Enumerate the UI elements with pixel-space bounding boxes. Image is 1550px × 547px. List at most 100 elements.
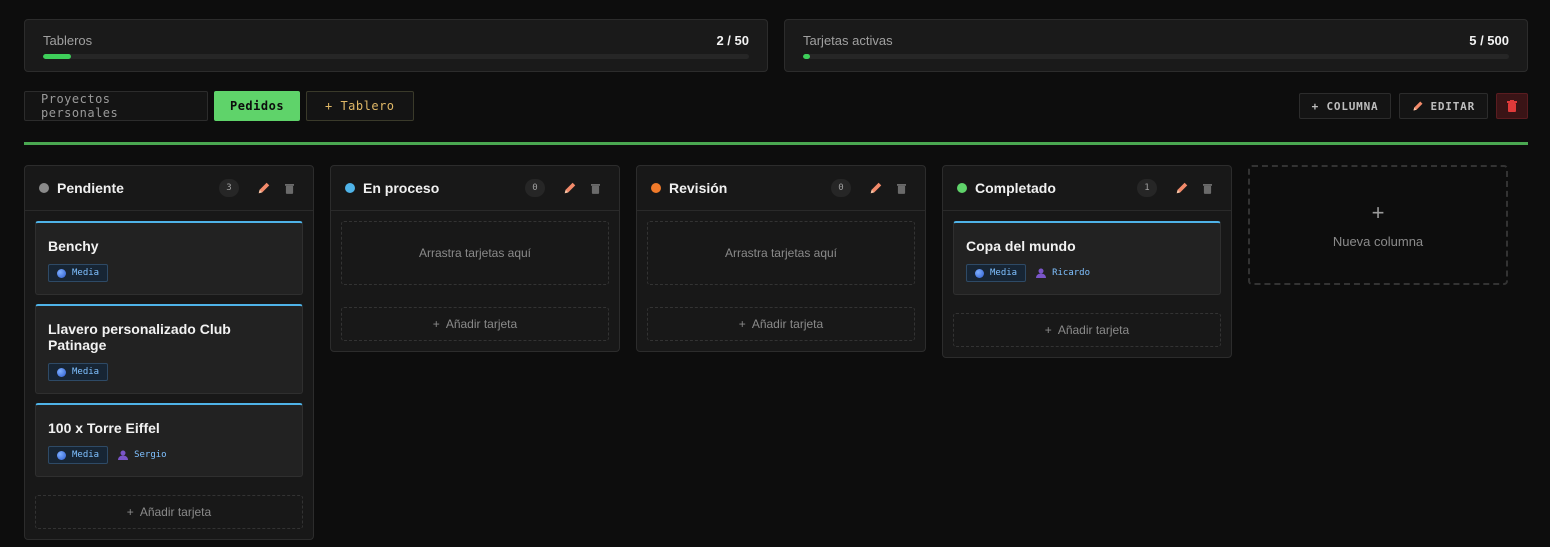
card[interactable]: Benchy Media [35, 221, 303, 295]
plus-icon: + [126, 505, 134, 519]
add-board-button[interactable]: + Tablero [306, 91, 414, 121]
column-body: Copa del mundo Media Ricardo + Añadir ta… [943, 211, 1231, 357]
priority-icon [57, 450, 66, 460]
card[interactable]: Copa del mundo Media Ricardo [953, 221, 1221, 295]
card-count: 0 [831, 179, 851, 197]
tab-proyectos-personales[interactable]: Proyectos personales [24, 91, 208, 121]
edit-column-button[interactable] [254, 178, 274, 198]
stat-value: 5 / 500 [1469, 33, 1509, 48]
priority-badge: Media [966, 264, 1027, 282]
edit-label: EDITAR [1430, 99, 1475, 113]
add-card-button[interactable]: + Añadir tarjeta [35, 495, 303, 529]
column-body: Benchy Media Llavero personalizado Club … [25, 211, 313, 539]
card-count: 3 [219, 179, 239, 197]
board-tabs: Proyectos personales Pedidos + Tablero [24, 91, 414, 121]
edit-button[interactable]: EDITAR [1399, 93, 1488, 119]
edit-column-button[interactable] [1172, 178, 1192, 198]
delete-column-button[interactable] [1197, 178, 1217, 198]
status-dot [957, 183, 967, 193]
card[interactable]: Llavero personalizado Club Patinage Medi… [35, 304, 303, 394]
pencil-icon [258, 182, 270, 194]
column-title: Revisión [669, 180, 728, 196]
status-dot [345, 183, 355, 193]
add-card-button[interactable]: + Añadir tarjeta [647, 307, 915, 341]
board-actions: + COLUMNA EDITAR [1298, 93, 1528, 119]
edit-column-button[interactable] [866, 178, 886, 198]
progress-fill [803, 54, 811, 59]
new-column-label: Nueva columna [1332, 233, 1424, 249]
accent-divider [24, 142, 1528, 145]
priority-label: Media [72, 450, 100, 460]
pencil-icon [564, 182, 576, 194]
priority-label: Media [990, 268, 1018, 278]
plus-icon: + [432, 317, 440, 331]
stat-active-cards: Tarjetas activas 5 / 500 [784, 19, 1528, 72]
column-title: Pendiente [57, 180, 124, 196]
card-title: Llavero personalizado Club Patinage [48, 321, 231, 353]
delete-board-button[interactable] [1496, 93, 1528, 119]
priority-label: Media [72, 268, 100, 278]
user-icon [1036, 268, 1047, 278]
column-completado: Completado 1 Copa del mundo Media Ricard… [942, 165, 1232, 358]
progress-bar [803, 54, 1509, 59]
trash-icon [284, 183, 294, 194]
user-icon [118, 450, 129, 460]
add-card-label: Añadir tarjeta [445, 317, 518, 331]
card-title: Benchy [48, 238, 99, 254]
progress-bar [43, 54, 749, 59]
trash-icon [1507, 100, 1517, 112]
column-title: Completado [975, 180, 1056, 196]
assignee: Sergio [118, 450, 167, 460]
new-column-button[interactable]: + Nueva columna [1248, 165, 1508, 285]
add-card-label: Añadir tarjeta [1057, 323, 1130, 337]
priority-label: Media [72, 367, 100, 377]
trash-icon [590, 183, 600, 194]
plus-icon: + [1371, 199, 1385, 225]
add-card-label: Añadir tarjeta [139, 505, 212, 519]
plus-icon: + [738, 317, 746, 331]
priority-icon [57, 268, 66, 278]
priority-badge: Media [48, 446, 109, 464]
stat-label: Tarjetas activas [803, 33, 893, 48]
column-header: En proceso 0 [331, 166, 619, 211]
column-header: Completado 1 [943, 166, 1231, 211]
delete-column-button[interactable] [891, 178, 911, 198]
delete-column-button[interactable] [279, 178, 299, 198]
pencil-icon [1413, 101, 1423, 111]
add-column-button[interactable]: + COLUMNA [1298, 93, 1392, 119]
stat-boards: Tableros 2 / 50 [24, 19, 768, 72]
card-count: 0 [525, 179, 545, 197]
column-body: Arrastra tarjetas aquí + Añadir tarjeta [331, 211, 619, 351]
priority-badge: Media [48, 363, 109, 381]
column-pendiente: Pendiente 3 Benchy Media Llavero persona… [24, 165, 314, 540]
trash-icon [896, 183, 906, 194]
drop-zone[interactable]: Arrastra tarjetas aquí [647, 221, 915, 285]
pencil-icon [1176, 182, 1188, 194]
assignee: Ricardo [1036, 268, 1090, 278]
priority-icon [975, 268, 984, 278]
card[interactable]: 100 x Torre Eiffel Media Sergio [35, 403, 303, 477]
pencil-icon [870, 182, 882, 194]
add-card-label: Añadir tarjeta [751, 317, 824, 331]
column-title: En proceso [363, 180, 440, 196]
priority-icon [57, 367, 66, 377]
card-count: 1 [1137, 179, 1157, 197]
edit-column-button[interactable] [560, 178, 580, 198]
assignee-name: Sergio [134, 450, 167, 460]
column-revision: Revisión 0 Arrastra tarjetas aquí + Añad… [636, 165, 926, 352]
column-header: Revisión 0 [637, 166, 925, 211]
tab-pedidos[interactable]: Pedidos [214, 91, 300, 121]
column-header: Pendiente 3 [25, 166, 313, 211]
stat-value: 2 / 50 [716, 33, 749, 48]
trash-icon [1202, 183, 1212, 194]
assignee-name: Ricardo [1052, 268, 1091, 278]
add-card-button[interactable]: + Añadir tarjeta [341, 307, 609, 341]
column-en-proceso: En proceso 0 Arrastra tarjetas aquí + Añ… [330, 165, 620, 352]
status-dot [651, 183, 661, 193]
column-body: Arrastra tarjetas aquí + Añadir tarjeta [637, 211, 925, 351]
add-card-button[interactable]: + Añadir tarjeta [953, 313, 1221, 347]
drop-zone[interactable]: Arrastra tarjetas aquí [341, 221, 609, 285]
progress-fill [43, 54, 72, 59]
stat-label: Tableros [43, 33, 93, 48]
delete-column-button[interactable] [585, 178, 605, 198]
